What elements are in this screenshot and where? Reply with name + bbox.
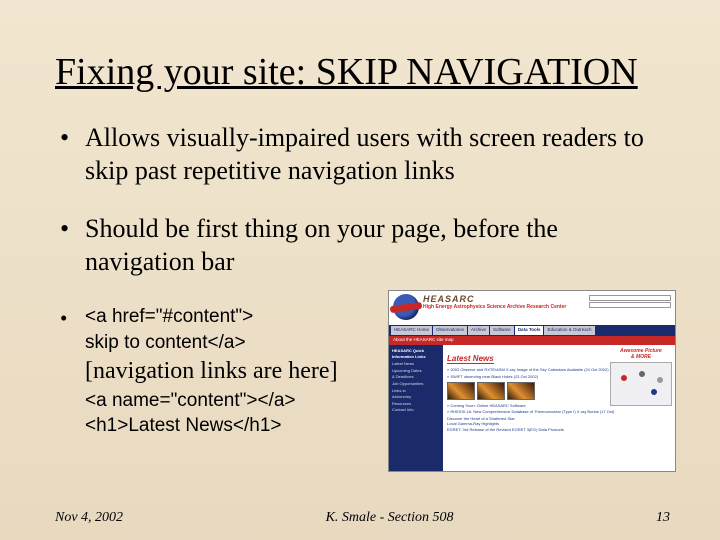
sidebar-link: Astronomy (392, 394, 440, 400)
nav-tab: Software (490, 326, 514, 335)
embedded-screenshot: HEASARC High Energy Astrophysics Science… (388, 290, 676, 472)
sidebar-link: Links to (392, 388, 440, 394)
nav-tabs: HEASARC Home Observatories Archive Softw… (389, 325, 675, 336)
bullet-item: Allows visually-impaired users with scre… (55, 122, 670, 187)
sub-strip: About the HEASARC site map (389, 336, 675, 345)
picture-box: Awesome Picture & MORE (610, 348, 672, 406)
picture-subtitle: & MORE (610, 354, 672, 360)
sidebar-link: Upcoming Dates (392, 368, 440, 374)
nav-tab: Education & Outreach (544, 326, 594, 335)
site-brand: HEASARC (423, 294, 585, 304)
nasa-logo-icon (393, 294, 419, 320)
search-area (589, 294, 671, 322)
footer-date: Nov 4, 2002 (55, 510, 123, 526)
news-item: Local Gamma-Ray Highlights (447, 421, 671, 426)
site-brand-subtitle: High Energy Astrophysics Science Archive… (423, 304, 585, 310)
main-content: Latest News » 2002 Observe and RXTE/ASM … (443, 345, 675, 472)
thumbnail-image (447, 382, 475, 400)
sidebar-link: Latest News (392, 361, 440, 367)
slide-title: Fixing your site: SKIP NAVIGATION (55, 50, 670, 94)
footer-page: 13 (656, 510, 670, 526)
sidebar-header: HEASARC Quick Information Links (392, 348, 440, 359)
footer-author: K. Smale - Section 508 (326, 510, 454, 526)
sidebar-link: Job Opportunities (392, 381, 440, 387)
nav-tab: Archive (468, 326, 489, 335)
nav-tab: Observatories (433, 326, 467, 335)
nav-tab: HEASARC Home (391, 326, 432, 335)
sidebar-link: & Deadlines (392, 374, 440, 380)
text-line: EGRET: 3rd Release of the Revised EGRET … (447, 427, 671, 432)
bullet-item: Should be first thing on your page, befo… (55, 213, 670, 278)
slide-footer: Nov 4, 2002 K. Smale - Section 508 13 (55, 510, 670, 526)
latest-news-heading: Latest News (447, 354, 494, 364)
sidebar-link: Contact Info (392, 407, 440, 413)
thumbnail-image (507, 382, 535, 400)
nav-tab: Data Tools (515, 326, 544, 335)
thumbnail-image (477, 382, 505, 400)
sidebar-link: Resources (392, 401, 440, 407)
sidebar: HEASARC Quick Information Links Latest N… (389, 345, 443, 472)
picture-image (610, 362, 672, 406)
news-item: » RHESSI-16: New Comprehensive Database … (447, 409, 671, 414)
